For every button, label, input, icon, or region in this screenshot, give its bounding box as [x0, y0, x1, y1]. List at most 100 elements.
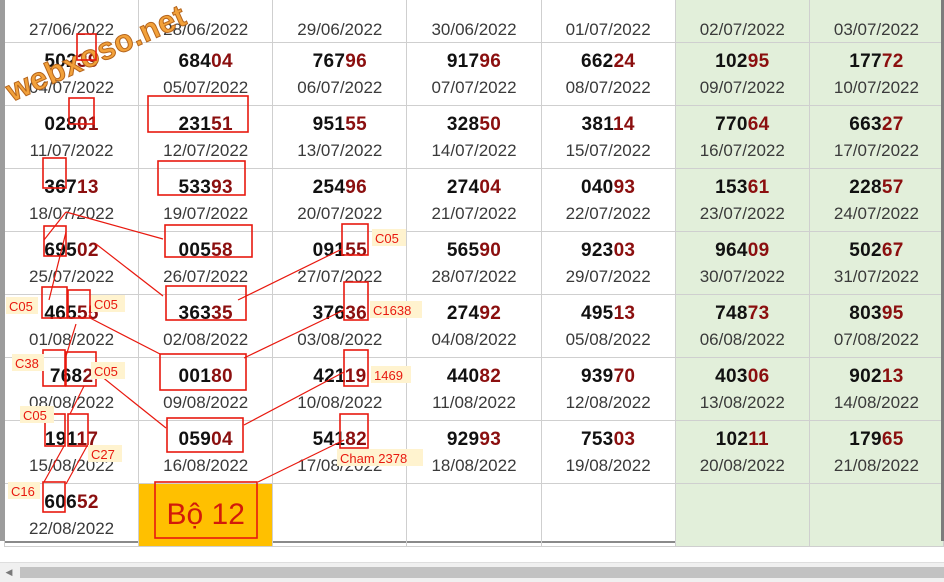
number-prefix: 363	[178, 302, 212, 324]
result-date: 04/08/2022	[431, 329, 517, 349]
number-last-two-digits: 55	[345, 113, 368, 135]
result-cell: 10295 09/07/2022	[674, 42, 810, 106]
result-cell: 23151 12/07/2022	[138, 105, 274, 169]
result-cell: 05904 16/08/2022	[138, 420, 274, 484]
number-prefix: 917	[446, 50, 480, 72]
number-last-two-digits: 39	[77, 50, 99, 72]
number-last-two-digits: 95	[747, 50, 770, 72]
number-prefix: 403	[715, 365, 748, 387]
result-number: 27492	[407, 302, 540, 326]
number-last-two-digits: 93	[479, 428, 502, 450]
result-date: 06/08/2022	[699, 329, 785, 349]
result-date: 27/06/2022	[29, 20, 115, 39]
number-last-two-digits: 36	[345, 302, 368, 324]
number-last-two-digits: 24	[613, 50, 636, 72]
result-number: 27404	[407, 176, 540, 200]
number-last-two-digits: 2	[82, 365, 94, 387]
number-last-two-digits: 09	[747, 239, 770, 261]
result-date: 25/07/2022	[29, 266, 115, 286]
number-last-two-digits: 19	[344, 365, 367, 387]
result-cell: 22857 24/07/2022	[808, 168, 944, 232]
result-number: 09155	[273, 239, 406, 263]
number-last-two-digits: 95	[881, 302, 904, 324]
number-prefix: 028	[44, 113, 77, 135]
result-cell: 76796 06/07/2022	[272, 42, 408, 106]
scroll-left-arrow-icon[interactable]: ◀	[4, 567, 14, 578]
result-date: 16/07/2022	[699, 140, 785, 160]
result-number: 68404	[139, 50, 272, 74]
result-cell: 36713 18/07/2022	[3, 168, 140, 232]
result-date: 13/08/2022	[699, 392, 785, 412]
result-cell	[674, 483, 810, 547]
number-last-two-digits: 13	[881, 365, 904, 387]
result-date: 07/08/2022	[833, 329, 919, 349]
result-cell: 09155 27/07/2022	[272, 231, 408, 295]
number-last-two-digits: 73	[747, 302, 770, 324]
number-prefix: 153	[715, 176, 748, 198]
number-prefix: 177	[849, 50, 882, 72]
result-cell: 80395 07/08/2022	[808, 294, 944, 358]
result-date: 18/08/2022	[431, 455, 517, 475]
number-prefix: 502	[44, 50, 77, 72]
result-cell: 00180 09/08/2022	[138, 357, 274, 421]
result-date: 19/07/2022	[163, 203, 249, 223]
result-date: 03/08/2022	[297, 329, 383, 349]
number-last-two-digits: 72	[881, 50, 904, 72]
number-prefix: 695	[44, 239, 77, 261]
number-prefix: 951	[312, 113, 346, 135]
result-number: 95155	[273, 113, 406, 137]
result-number: 46555	[5, 302, 138, 326]
scrollbar-thumb[interactable]	[20, 567, 944, 578]
horizontal-scrollbar[interactable]: ◀	[0, 562, 944, 582]
lottery-results-sheet: 27/06/2022 28/06/2022 29/06/2022 30/06/2022…	[3, 0, 944, 547]
result-number: 50239	[5, 50, 138, 74]
number-last-two-digits: 67	[881, 239, 904, 261]
result-date: 14/08/2022	[833, 392, 919, 412]
result-number: 23151	[139, 113, 272, 137]
number-last-two-digits: 57	[881, 176, 904, 198]
result-cell	[808, 483, 944, 547]
result-number: 00180	[139, 365, 272, 389]
number-prefix: 565	[446, 239, 480, 261]
result-cell: 91796 07/07/2022	[406, 42, 542, 106]
number-prefix: 059	[178, 428, 212, 450]
results-row: 60652 22/08/2022 Bộ 12	[3, 483, 944, 547]
result-cell: 38114 15/07/2022	[540, 105, 676, 169]
result-number: 10295	[676, 50, 809, 74]
result-cell: 02801 11/07/2022	[3, 105, 140, 169]
result-number: 04093	[542, 176, 675, 200]
number-prefix: 091	[312, 239, 346, 261]
result-cell	[540, 483, 676, 547]
result-cell: 36335 02/08/2022	[138, 294, 274, 358]
result-date: 09/07/2022	[699, 77, 785, 97]
result-cell: 37636 03/08/2022	[272, 294, 408, 358]
number-last-two-digits: 03	[613, 239, 636, 261]
number-last-two-digits: 04	[211, 50, 233, 72]
result-cell: 49513 05/08/2022	[540, 294, 676, 358]
result-date: 12/07/2022	[163, 140, 249, 160]
number-prefix: 328	[446, 113, 480, 135]
result-cell: 03/07/2022	[808, 0, 944, 43]
number-prefix: 964	[715, 239, 748, 261]
number-last-two-digits: 02	[77, 239, 99, 261]
number-prefix: 663	[849, 113, 882, 135]
number-prefix: 440	[446, 365, 480, 387]
result-date: 23/07/2022	[699, 203, 785, 223]
result-cell: 27404 21/07/2022	[406, 168, 542, 232]
results-grid: 27/06/2022 28/06/2022 29/06/2022 30/06/2022…	[3, 0, 944, 547]
result-date: 06/07/2022	[297, 77, 383, 97]
result-date: 05/08/2022	[565, 329, 651, 349]
result-number: 15361	[676, 176, 809, 200]
result-number: 96409	[676, 239, 809, 263]
result-number: 00558	[139, 239, 272, 263]
number-prefix: 040	[580, 176, 614, 198]
left-border	[0, 0, 5, 541]
result-number: 22857	[810, 176, 943, 200]
number-last-two-digits: 96	[479, 50, 502, 72]
result-cell: 42119 10/08/2022	[272, 357, 408, 421]
result-cell: 74873 06/08/2022	[674, 294, 810, 358]
number-prefix: 753	[580, 428, 614, 450]
result-number: 69502	[5, 239, 138, 263]
result-number: 93970	[542, 365, 675, 389]
result-cell: 96409 30/07/2022	[674, 231, 810, 295]
